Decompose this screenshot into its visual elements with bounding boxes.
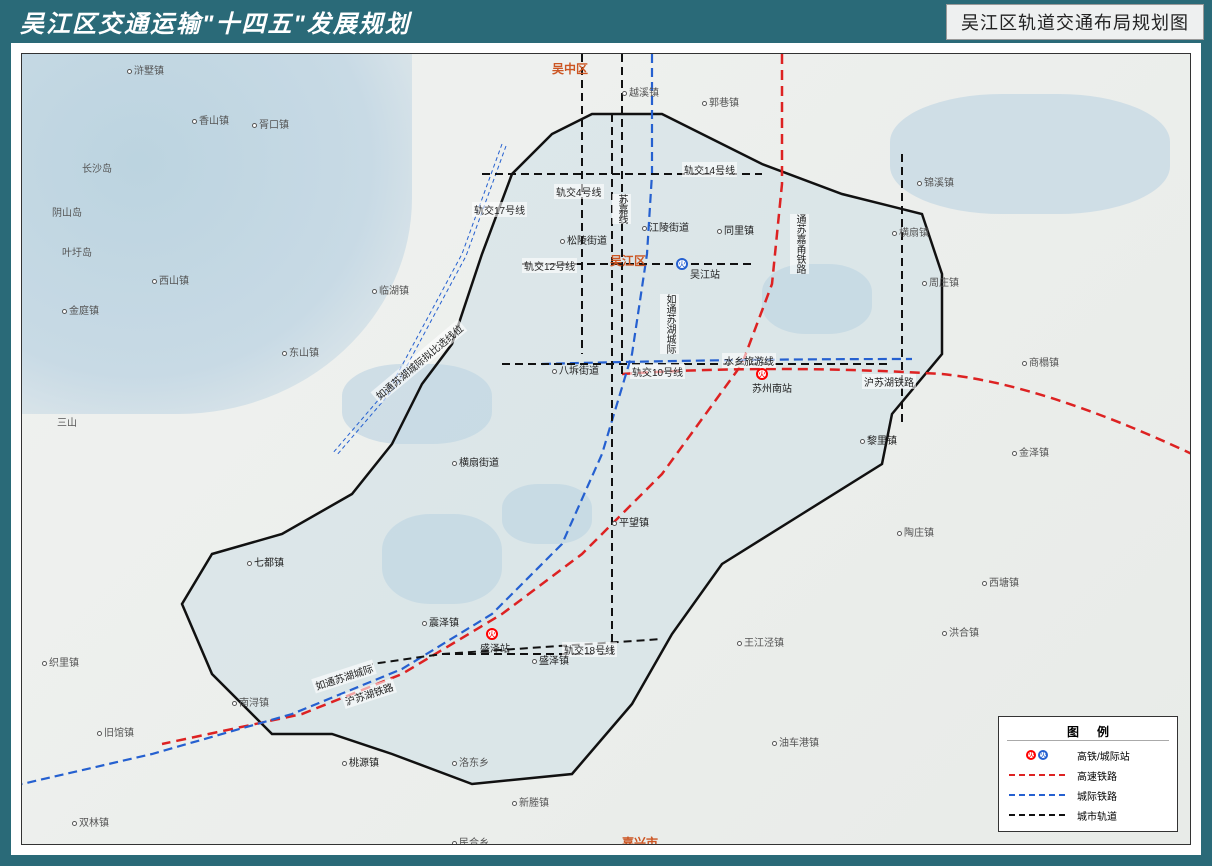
place-luoxi: 洛东乡 bbox=[452, 754, 489, 769]
place-taozhuang: 陶庄镇 bbox=[897, 524, 934, 539]
line-m12: 轨交12号线 bbox=[522, 258, 577, 273]
place-shanghu: 商榻镇 bbox=[1022, 354, 1059, 369]
place-xushuguan: 浒墅镇 bbox=[127, 62, 164, 77]
line-husuhu: 沪苏湖铁路 bbox=[862, 374, 916, 389]
map-subtitle: 吴江区轨道交通布局规划图 bbox=[946, 4, 1204, 40]
place-jinxi: 锦溪镇 bbox=[917, 174, 954, 189]
place-tongli: 同里镇 bbox=[717, 222, 754, 237]
line-rutongsuhu: 如通苏湖城际 bbox=[660, 294, 679, 354]
place-hengshan-jd: 横扇街道 bbox=[452, 454, 499, 469]
station-suzhounan: 火 bbox=[756, 368, 768, 380]
place-xitang: 西塘镇 bbox=[982, 574, 1019, 589]
place-yinshan: 阴山岛 bbox=[52, 204, 82, 219]
place-wujiangqu: 吴江区 bbox=[610, 252, 646, 269]
page-title: 吴江区交通运输"十四五"发展规划 bbox=[20, 4, 411, 39]
place-bache: 八坼街道 bbox=[552, 362, 599, 377]
place-xukou: 胥口镇 bbox=[252, 116, 289, 131]
map-canvas[interactable]: 火 吴江站 火 苏州南站 火 盛泽站 沪苏湖铁路 通苏嘉甬铁路 如通苏湖城际 如… bbox=[21, 53, 1191, 845]
station-shengze: 火 bbox=[486, 628, 498, 640]
line-shuixiang: 水乡旅游线 bbox=[722, 353, 776, 368]
place-jinze: 金泽镇 bbox=[1012, 444, 1049, 459]
place-jiangling: 江陵街道 bbox=[642, 219, 689, 234]
place-yuexi: 越溪镇 bbox=[622, 84, 659, 99]
place-yexu: 叶圩岛 bbox=[62, 244, 92, 259]
place-hengshan: 横扇镇 bbox=[892, 224, 929, 239]
legend-row-intercity: 城际铁路 bbox=[1007, 785, 1169, 805]
place-nanxun: 南浔镇 bbox=[232, 694, 269, 709]
line-m17: 轨交17号线 bbox=[472, 202, 527, 217]
legend-label: 高铁/城际站 bbox=[1077, 748, 1130, 763]
line-m14: 轨交14号线 bbox=[682, 162, 737, 177]
place-zhouzhuang: 周庄镇 bbox=[922, 274, 959, 289]
place-jiaxing: 嘉兴市 bbox=[622, 834, 658, 845]
place-zhili: 织里镇 bbox=[42, 654, 79, 669]
place-pingwang: 平望镇 bbox=[612, 514, 649, 529]
place-changsha: 长沙岛 bbox=[82, 160, 112, 175]
station-wujiang: 火 bbox=[676, 258, 688, 270]
place-songling: 松陵街道 bbox=[560, 232, 607, 247]
legend-label: 高速铁路 bbox=[1077, 768, 1117, 783]
line-m18: 轨交18号线 bbox=[562, 642, 617, 657]
line-m10: 轨交10号线 bbox=[630, 364, 685, 379]
place-jinting: 金庭镇 bbox=[62, 302, 99, 317]
place-jiuguan: 旧馆镇 bbox=[97, 724, 134, 739]
place-xintang: 新塍镇 bbox=[512, 794, 549, 809]
legend-label: 城市轨道 bbox=[1077, 808, 1117, 823]
place-mintai: 民合乡 bbox=[452, 834, 489, 845]
line-sujia: 苏嘉线 bbox=[612, 194, 631, 224]
legend-title: 图例 bbox=[1007, 723, 1169, 741]
place-wuzhong: 吴中区 bbox=[552, 60, 588, 77]
place-dongshan: 东山镇 bbox=[282, 344, 319, 359]
place-qidu: 七都镇 bbox=[247, 554, 284, 569]
place-guoxiang: 郭巷镇 bbox=[702, 94, 739, 109]
legend-row-metro: 城市轨道 bbox=[1007, 805, 1169, 825]
place-shengze-town: 盛泽镇 bbox=[532, 652, 569, 667]
place-youchepin: 油车港镇 bbox=[772, 734, 819, 749]
place-linhu: 临湖镇 bbox=[372, 282, 409, 297]
station-wujiang-label: 吴江站 bbox=[690, 266, 720, 281]
station-shengze-label: 盛泽站 bbox=[480, 640, 510, 655]
line-m4: 轨交4号线 bbox=[554, 184, 604, 199]
legend-row-station: 火火 高铁/城际站 bbox=[1007, 745, 1169, 765]
place-zhenze: 震泽镇 bbox=[422, 614, 459, 629]
place-sanshan: 三山 bbox=[57, 414, 77, 429]
legend-label: 城际铁路 bbox=[1077, 788, 1117, 803]
place-xishan: 西山镇 bbox=[152, 272, 189, 287]
place-lili: 黎里镇 bbox=[860, 432, 897, 447]
place-taoyuan: 桃源镇 bbox=[342, 754, 379, 769]
header-bar: 吴江区交通运输"十四五"发展规划 吴江区轨道交通布局规划图 bbox=[0, 0, 1212, 42]
station-suzhounan-label: 苏州南站 bbox=[752, 380, 792, 395]
line-tongsujiayong: 通苏嘉甬铁路 bbox=[790, 214, 809, 274]
place-honghe: 洪合镇 bbox=[942, 624, 979, 639]
map-outer-frame: 火 吴江站 火 苏州南站 火 盛泽站 沪苏湖铁路 通苏嘉甬铁路 如通苏湖城际 如… bbox=[10, 42, 1202, 856]
place-wangjiangjing: 王江泾镇 bbox=[737, 634, 784, 649]
place-shuanglin: 双林镇 bbox=[72, 814, 109, 829]
legend-row-highspeed: 高速铁路 bbox=[1007, 765, 1169, 785]
place-xiangshan: 香山镇 bbox=[192, 112, 229, 127]
legend-box: 图例 火火 高铁/城际站 高速铁路 城际铁路 城市轨道 bbox=[998, 716, 1178, 832]
